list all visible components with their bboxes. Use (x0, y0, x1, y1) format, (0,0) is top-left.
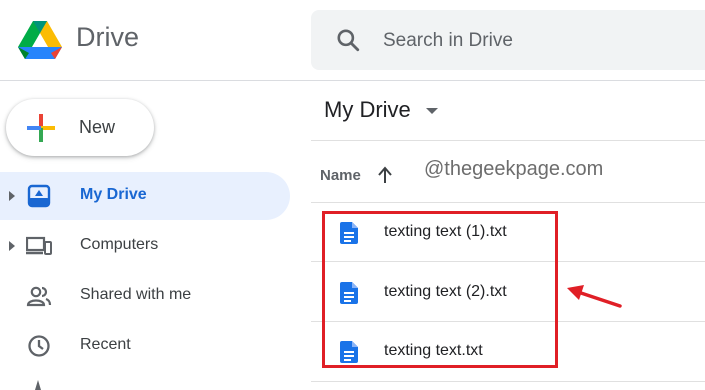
sidebar-item-label: Computers (80, 236, 159, 253)
docs-file-icon (340, 282, 358, 304)
sidebar-item-computers[interactable]: Computers (0, 222, 290, 270)
drive-logo-icon[interactable] (17, 20, 63, 62)
app-header: Drive (0, 0, 705, 80)
shared-with-me-icon (26, 286, 52, 307)
column-header-name[interactable]: Name (320, 167, 361, 184)
expand-caret-icon[interactable] (8, 190, 16, 202)
file-row[interactable]: texting text (2).txt (311, 263, 705, 321)
sidebar-item-my-drive[interactable]: My Drive (0, 172, 290, 220)
page-title[interactable]: My Drive (324, 97, 411, 123)
recent-clock-icon (28, 335, 50, 357)
computers-icon (26, 236, 52, 255)
sidebar-item-shared-with-me[interactable]: Shared with me (0, 272, 290, 320)
search-icon[interactable] (335, 27, 361, 53)
watermark: @thegeekpage.com (424, 158, 604, 180)
header-divider (0, 80, 705, 81)
app-name: Drive (76, 22, 140, 52)
plus-icon (27, 114, 55, 142)
file-row[interactable]: texting text.txt (311, 322, 705, 380)
divider (311, 261, 705, 262)
file-name: texting text.txt (384, 342, 483, 359)
annotation-arrow-icon (567, 285, 622, 308)
docs-file-icon (340, 222, 358, 244)
new-button-label: New (79, 117, 116, 137)
docs-file-icon (340, 341, 358, 363)
divider (311, 140, 705, 141)
file-row[interactable]: texting text (1).txt (311, 203, 705, 261)
divider (311, 381, 705, 382)
sort-ascending-arrow-icon[interactable] (376, 165, 394, 185)
sidebar-item-label: Shared with me (80, 286, 192, 303)
expand-caret-icon[interactable] (8, 240, 16, 252)
sidebar-item-label: My Drive (80, 186, 147, 203)
file-name: texting text (1).txt (384, 223, 507, 240)
my-drive-icon (27, 184, 51, 208)
file-name: texting text (2).txt (384, 283, 507, 300)
starred-icon[interactable] (28, 380, 48, 390)
sidebar-item-recent[interactable]: Recent (0, 322, 290, 370)
sidebar-item-label: Recent (80, 336, 131, 353)
search-bar[interactable] (311, 10, 705, 70)
search-input[interactable] (381, 28, 685, 54)
new-button[interactable]: New (6, 99, 154, 156)
chevron-down-icon[interactable] (425, 107, 439, 115)
